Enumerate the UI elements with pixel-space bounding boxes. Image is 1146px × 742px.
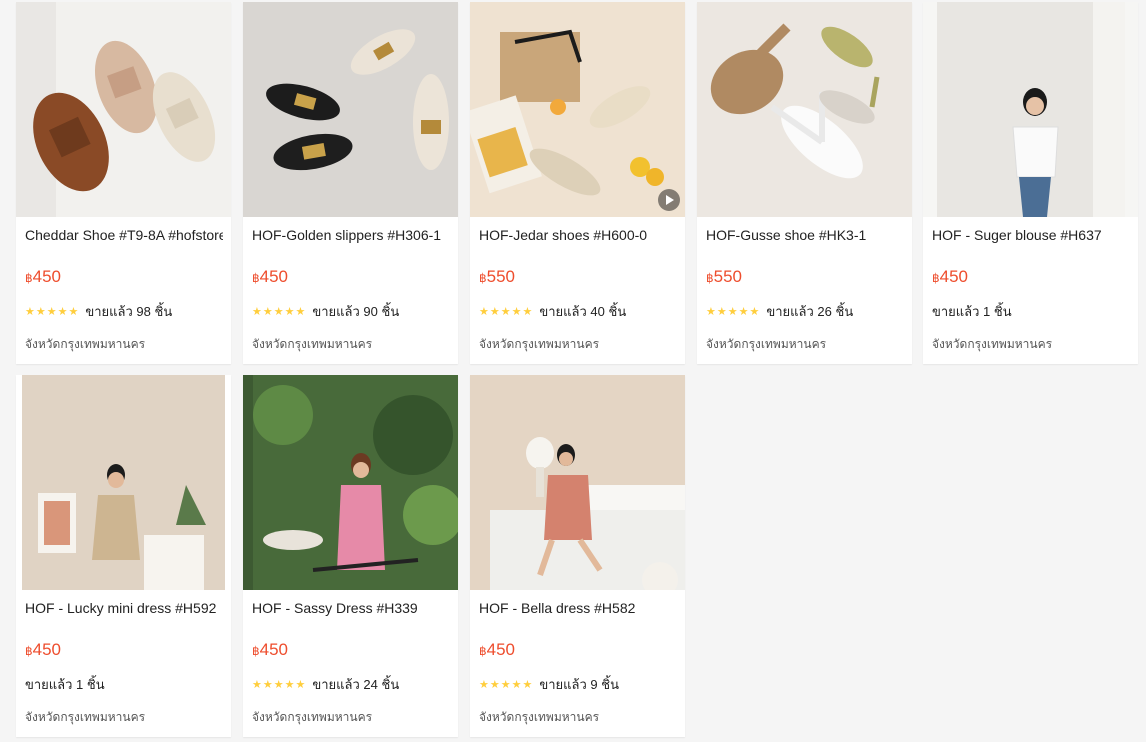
sold-count: ขายแล้ว 98 ชิ้น [85,304,173,319]
star-icon: ★ [284,678,295,691]
product-title[interactable]: HOF - Sassy Dress #H339 [252,599,450,617]
star-icon: ★ [262,305,273,318]
star-icon: ★ [68,305,79,318]
star-icon: ★ [738,305,749,318]
product-image[interactable] [16,375,231,590]
rating-stars: ★ ★ ★ ★ ★ [25,305,79,318]
star-icon: ★ [46,305,57,318]
star-icon: ★ [716,305,727,318]
product-card[interactable]: HOF - Sassy Dress #H339 ฿450 ★ ★ ★ ★ ★ ขายแล… [243,375,458,737]
star-icon: ★ [479,305,489,318]
star-icon: ★ [500,305,511,318]
product-location: จังหวัดกรุงเทพมหานคร [252,337,373,351]
star-icon: ★ [489,678,500,691]
star-icon: ★ [273,305,284,318]
product-location: จังหวัดกรุงเทพมหานคร [479,710,600,724]
star-icon: ★ [479,678,489,691]
product-image[interactable] [243,2,458,217]
product-price: ฿550 [479,267,516,286]
product-card[interactable]: Cheddar Shoe #T9-8A #hofstore ฿450 ★ ★ ★ ★ ★… [16,2,231,364]
product-meta: ★ ★ ★ ★ ★ ขายแล้ว 90 ชิ้น [252,304,399,320]
star-icon: ★ [522,678,533,691]
product-meta: ขายแล้ว 1 ชิ้น [932,304,1012,320]
star-icon: ★ [500,678,511,691]
product-meta: ★ ★ ★ ★ ★ ขายแล้ว 40 ชิ้น [479,304,626,320]
product-title[interactable]: HOF - Bella dress #H582 [479,599,677,617]
star-icon: ★ [57,305,68,318]
rating-stars: ★ ★ ★ ★ ★ [252,305,306,318]
product-meta: ★ ★ ★ ★ ★ ขายแล้ว 24 ชิ้น [252,677,399,693]
rating-stars: ★ ★ ★ ★ ★ [479,678,533,691]
product-title[interactable]: HOF - Lucky mini dress #H592 [25,599,223,617]
star-icon: ★ [262,678,273,691]
product-image[interactable] [470,2,685,217]
star-icon: ★ [749,305,760,318]
product-card[interactable]: HOF-Golden slippers #H306-1 ฿450 ★ ★ ★ ★ ★ ข… [243,2,458,364]
product-price: ฿450 [252,267,289,286]
star-icon: ★ [35,305,46,318]
product-title[interactable]: HOF-Jedar shoes #H600-0 [479,226,677,244]
star-icon: ★ [295,305,306,318]
product-meta: ★ ★ ★ ★ ★ ขายแล้ว 9 ชิ้น [479,677,619,693]
product-card[interactable]: HOF-Jedar shoes #H600-0 ฿550 ★ ★ ★ ★ ★ ขายแล… [470,2,685,364]
rating-stars: ★ ★ ★ ★ ★ [479,305,533,318]
product-image[interactable] [697,2,912,217]
star-icon: ★ [284,305,295,318]
star-icon: ★ [295,678,306,691]
star-icon: ★ [25,305,35,318]
product-location: จังหวัดกรุงเทพมหานคร [479,337,600,351]
product-price: ฿450 [932,267,969,286]
star-icon: ★ [273,678,284,691]
sold-count: ขายแล้ว 90 ชิ้น [312,304,400,319]
product-image[interactable] [470,375,685,590]
star-icon: ★ [252,305,262,318]
star-icon: ★ [727,305,738,318]
product-location: จังหวัดกรุงเทพมหานคร [25,337,146,351]
product-title[interactable]: Cheddar Shoe #T9-8A #hofstore [25,226,223,244]
product-title[interactable]: HOF-Golden slippers #H306-1 [252,226,450,244]
star-icon: ★ [706,305,716,318]
product-location: จังหวัดกรุงเทพมหานคร [25,710,146,724]
star-icon: ★ [489,305,500,318]
sold-count: ขายแล้ว 1 ชิ้น [25,677,105,692]
product-card[interactable]: HOF - Bella dress #H582 ฿450 ★ ★ ★ ★ ★ ขายแล… [470,375,685,737]
sold-count: ขายแล้ว 40 ชิ้น [539,304,627,319]
product-image[interactable] [16,2,231,217]
product-meta: ขายแล้ว 1 ชิ้น [25,677,105,693]
rating-stars: ★ ★ ★ ★ ★ [252,678,306,691]
sold-count: ขายแล้ว 9 ชิ้น [539,677,619,692]
product-location: จังหวัดกรุงเทพมหานคร [252,710,373,724]
product-card[interactable]: HOF - Lucky mini dress #H592 ฿450 ขายแล้… [16,375,231,737]
product-location: จังหวัดกรุงเทพมหานคร [932,337,1053,351]
rating-stars: ★ ★ ★ ★ ★ [706,305,760,318]
product-price: ฿450 [25,640,62,659]
star-icon: ★ [252,678,262,691]
product-image[interactable] [243,375,458,590]
product-title[interactable]: HOF-Gusse shoe #HK3-1 [706,226,904,244]
product-meta: ★ ★ ★ ★ ★ ขายแล้ว 26 ชิ้น [706,304,853,320]
star-icon: ★ [522,305,533,318]
product-price: ฿550 [706,267,743,286]
product-price: ฿450 [25,267,62,286]
product-price: ฿450 [252,640,289,659]
sold-count: ขายแล้ว 24 ชิ้น [312,677,400,692]
sold-count: ขายแล้ว 26 ชิ้น [766,304,854,319]
product-card[interactable]: HOF-Gusse shoe #HK3-1 ฿550 ★ ★ ★ ★ ★ ขายแล้ว… [697,2,912,364]
product-location: จังหวัดกรุงเทพมหานคร [706,337,827,351]
product-meta: ★ ★ ★ ★ ★ ขายแล้ว 98 ชิ้น [25,304,172,320]
star-icon: ★ [511,678,522,691]
product-image[interactable] [923,2,1138,217]
product-title[interactable]: HOF - Suger blouse #H637 [932,226,1130,244]
product-price: ฿450 [479,640,516,659]
sold-count: ขายแล้ว 1 ชิ้น [932,304,1012,319]
star-icon: ★ [511,305,522,318]
play-icon[interactable] [658,189,680,211]
product-card[interactable]: HOF - Suger blouse #H637 ฿450 ขายแล้ว 1 … [923,2,1138,364]
